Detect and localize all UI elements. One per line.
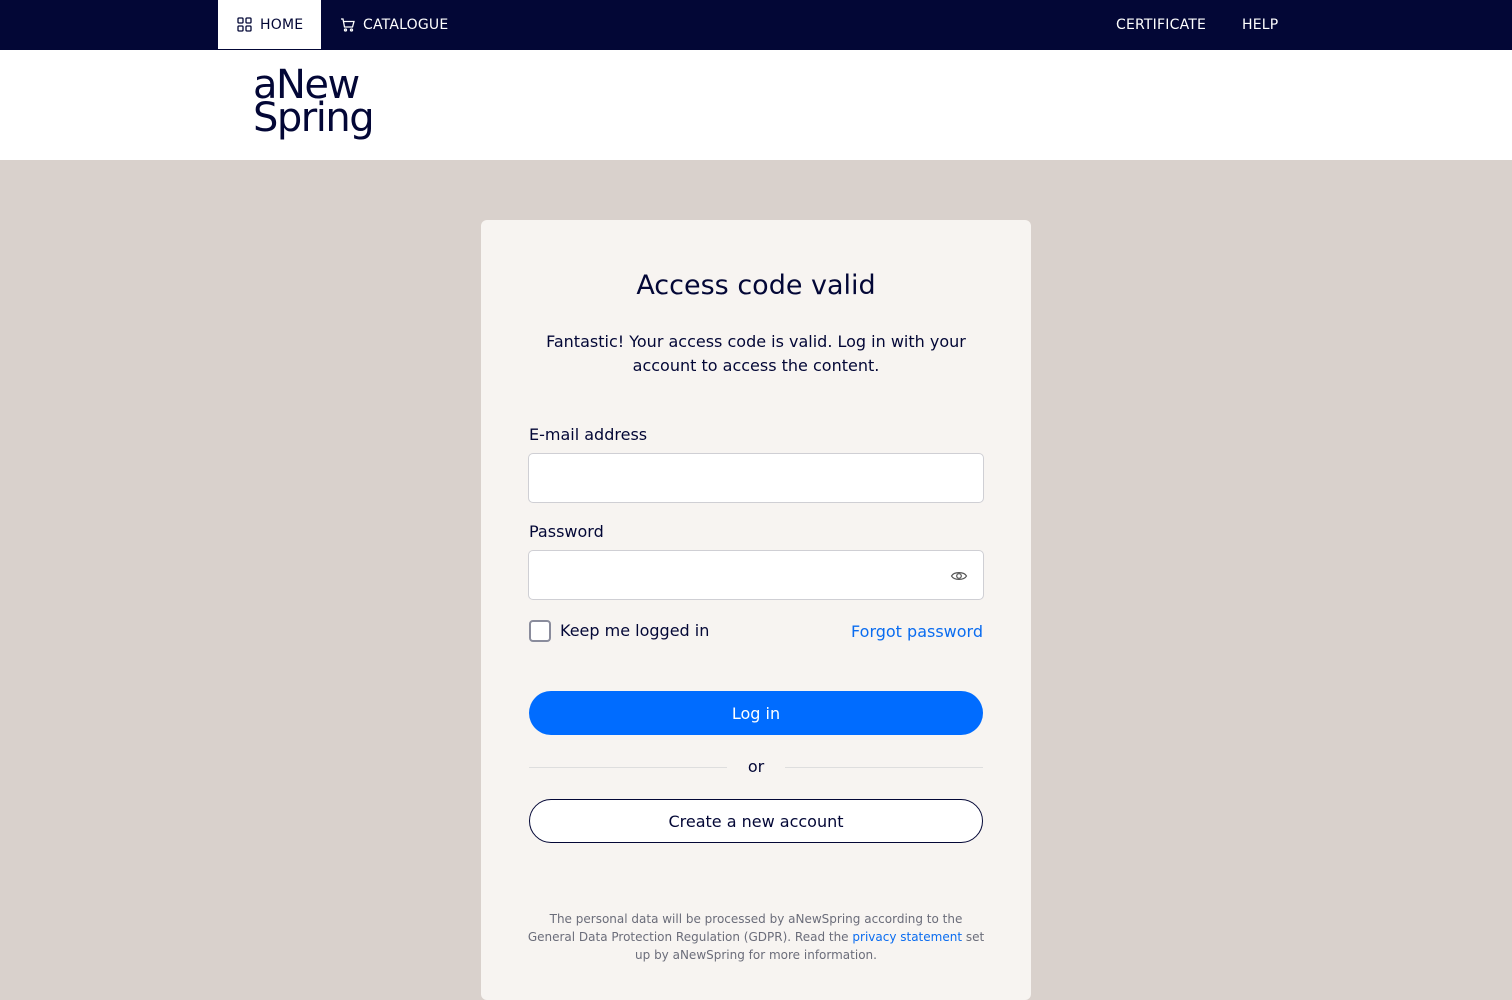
nav-certificate-label: CERTIFICATE	[1116, 16, 1207, 33]
login-form: Fantastic! Your access code is valid. Lo…	[481, 0, 1031, 982]
nav-help-label: HELP	[1242, 16, 1279, 33]
divider-right	[785, 767, 983, 768]
keep-logged-in-label: Keep me logged in	[560, 621, 710, 640]
nav-home-label: HOME	[260, 16, 304, 33]
create-account-button[interactable]: Create a new account	[529, 799, 983, 843]
show-password-icon[interactable]	[950, 567, 968, 585]
nav-help[interactable]: HELP	[1242, 0, 1278, 49]
privacy-notice: The personal data will be processed by a…	[525, 910, 987, 964]
anewspring-logo[interactable]: aNew Spring	[253, 65, 375, 141]
grid-icon	[237, 17, 252, 32]
login-button[interactable]: Log in	[529, 691, 983, 735]
form-controls: Keep me logged in Forgot password Log in…	[481, 220, 1031, 982]
forgot-password-link[interactable]: Forgot password	[851, 621, 983, 643]
nav-catalogue-label: CATALOGUE	[363, 16, 449, 33]
nav-home[interactable]: HOME	[218, 0, 321, 49]
cart-icon	[340, 17, 355, 32]
privacy-statement-link[interactable]: privacy statement	[852, 930, 962, 944]
keep-logged-in-checkbox[interactable]	[529, 620, 551, 642]
nav-catalogue[interactable]: CATALOGUE	[340, 0, 448, 49]
logo-line-2: Spring	[253, 95, 375, 141]
nav-certificate[interactable]: CERTIFICATE	[1116, 0, 1206, 49]
